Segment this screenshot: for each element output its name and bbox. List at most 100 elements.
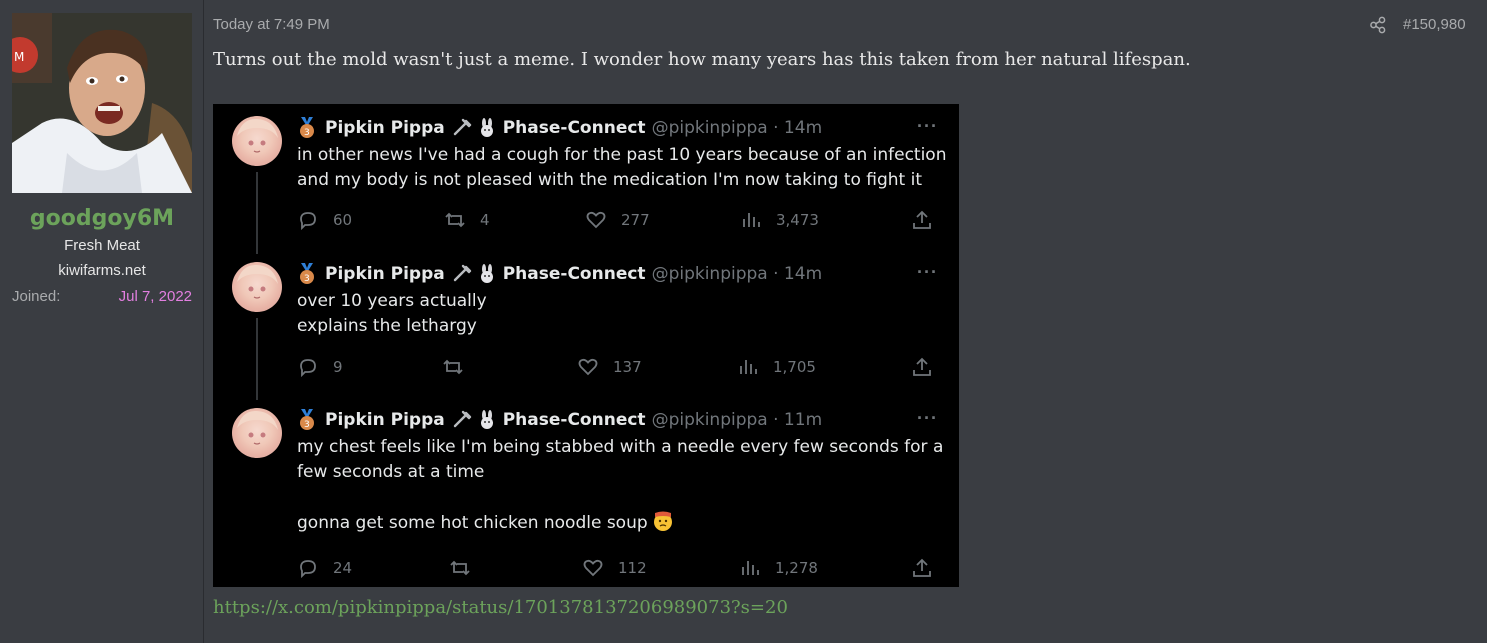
plug-icon [453,410,471,428]
user-site: kiwifarms.net [58,262,146,279]
upload-icon [913,558,931,577]
tweet-affiliation[interactable]: Phase-Connect [503,118,646,138]
reply-count: 60 [333,211,353,229]
rabbit-icon [480,118,493,137]
svg-text:M: M [14,50,24,64]
reply-count: 24 [333,559,353,577]
user-info-panel: M goodgoy6M Fresh Meat kiwifarms.net Joi… [0,0,204,643]
thermometer-face-emoji [653,511,672,531]
tweet-text-line: gonna get some hot chicken noodle soup [297,510,947,536]
views-count: 1,278 [775,559,818,577]
tweet-link[interactable]: https://x.com/pipkinpippa/status/1701378… [213,597,788,618]
tweet-avatar-image [237,264,278,299]
views-icon [743,213,760,227]
username[interactable]: goodgoy6M [0,206,204,231]
joined-label: Joined: [12,288,61,305]
upload-button[interactable] [911,557,947,579]
more-icon[interactable]: ··· [917,116,938,137]
post-message: Turns out the mold wasn't just a meme. I… [213,49,1191,70]
like-button[interactable]: 137 [577,356,642,378]
upload-button[interactable] [911,356,947,378]
bronze-medal-icon: 3 [300,117,314,138]
rabbit-icon [480,410,493,429]
user-avatar[interactable]: M [12,13,192,193]
tweet-header: 3 Pipkin Pippa Phase-Connect @pipkinpipp… [297,116,822,140]
tweet-actions: 24 112 1,278 [213,557,959,579]
more-icon[interactable]: ··· [917,408,938,429]
post-timestamp[interactable]: Today at 7:49 PM [213,16,330,33]
bronze-medal-icon: 3 [300,409,314,430]
like-count: 137 [613,358,642,376]
plug-icon [453,264,471,282]
reply-button[interactable]: 24 [297,557,352,579]
reply-button[interactable]: 9 [297,356,343,378]
reply-icon [300,359,316,378]
views-count: 3,473 [776,211,819,229]
tweet-avatar [232,408,282,458]
post-content: Today at 7:49 PM #150,980 Turns out the … [204,0,1487,643]
tweet-author-name[interactable]: Pipkin Pippa [325,410,445,430]
tweet-affiliation[interactable]: Phase-Connect [503,410,646,430]
retweet-icon [443,359,463,375]
more-icon[interactable]: ··· [917,262,938,283]
tweet-item: 3 Pipkin Pippa Phase-Connect @pipkinpipp… [213,396,959,587]
tweet-text: in other news I've had a cough for the p… [297,143,947,193]
tweet-text-line: in other news I've had a cough for the p… [297,145,947,165]
reply-icon [300,560,316,579]
like-button[interactable]: 277 [585,209,650,231]
tweet-actions: 60 4 277 3,473 [213,209,959,231]
views-icon [740,360,757,374]
tweet-text: over 10 years actually explains the leth… [297,289,947,339]
heart-icon [583,559,603,577]
reply-button[interactable]: 60 [297,209,352,231]
tweet-text-line [297,485,947,510]
tweet-avatar-image [237,410,278,445]
reply-icon [300,212,316,231]
tweet-handle-time[interactable]: @pipkinpippa · 14m [652,264,823,284]
tweet-handle-time[interactable]: @pipkinpippa · 11m [652,410,823,430]
retweet-button[interactable] [442,356,478,378]
views-button[interactable]: 1,278 [739,557,818,579]
tweet-screenshot: 3 Pipkin Pippa Phase-Connect @pipkinpipp… [213,104,959,587]
retweet-icon [450,560,470,576]
tweet-text-line: over 10 years actually [297,291,487,311]
tweet-author-name[interactable]: Pipkin Pippa [325,264,445,284]
upload-button[interactable] [911,209,947,231]
tweet-text-line: my chest feels like I'm being stabbed wi… [297,437,944,457]
tweet-item: 3 Pipkin Pippa Phase-Connect @pipkinpipp… [213,104,959,254]
views-button[interactable]: 1,705 [737,356,816,378]
share-icon[interactable] [1369,16,1387,34]
svg-text:3: 3 [304,128,310,138]
svg-text:3: 3 [304,420,310,430]
reply-count: 9 [333,358,343,376]
views-count: 1,705 [773,358,816,376]
svg-text:3: 3 [304,274,310,284]
tweet-avatar-image [237,118,278,153]
like-count: 112 [618,559,647,577]
tweet-handle-time[interactable]: @pipkinpippa · 14m [652,118,823,138]
tweet-affiliation[interactable]: Phase-Connect [503,264,646,284]
like-count: 277 [621,211,650,229]
heart-icon [578,358,598,376]
tweet-text-line: few seconds at a time [297,462,485,482]
post-number[interactable]: #150,980 [1403,16,1466,33]
like-button[interactable]: 112 [582,557,647,579]
avatar-image: M [12,13,192,193]
retweet-button[interactable] [449,557,485,579]
tweet-author-name[interactable]: Pipkin Pippa [325,118,445,138]
user-title: Fresh Meat [64,237,140,254]
rabbit-icon [480,264,493,283]
views-button[interactable]: 3,473 [740,209,819,231]
upload-icon [913,357,931,376]
tweet-avatar [232,116,282,166]
upload-icon [913,210,931,229]
retweet-count: 4 [480,211,490,229]
plug-icon [453,118,471,136]
tweet-header: 3 Pipkin Pippa Phase-Connect @pipkinpipp… [297,408,822,432]
retweet-button[interactable]: 4 [444,209,490,231]
tweet-actions: 9 137 1,705 [213,356,959,378]
tweet-header: 3 Pipkin Pippa Phase-Connect @pipkinpipp… [297,262,822,286]
tweet-text-line: explains the lethargy [297,316,477,336]
tweet-text-line: and my body is not pleased with the medi… [297,170,922,190]
tweet-text: my chest feels like I'm being stabbed wi… [297,435,947,536]
